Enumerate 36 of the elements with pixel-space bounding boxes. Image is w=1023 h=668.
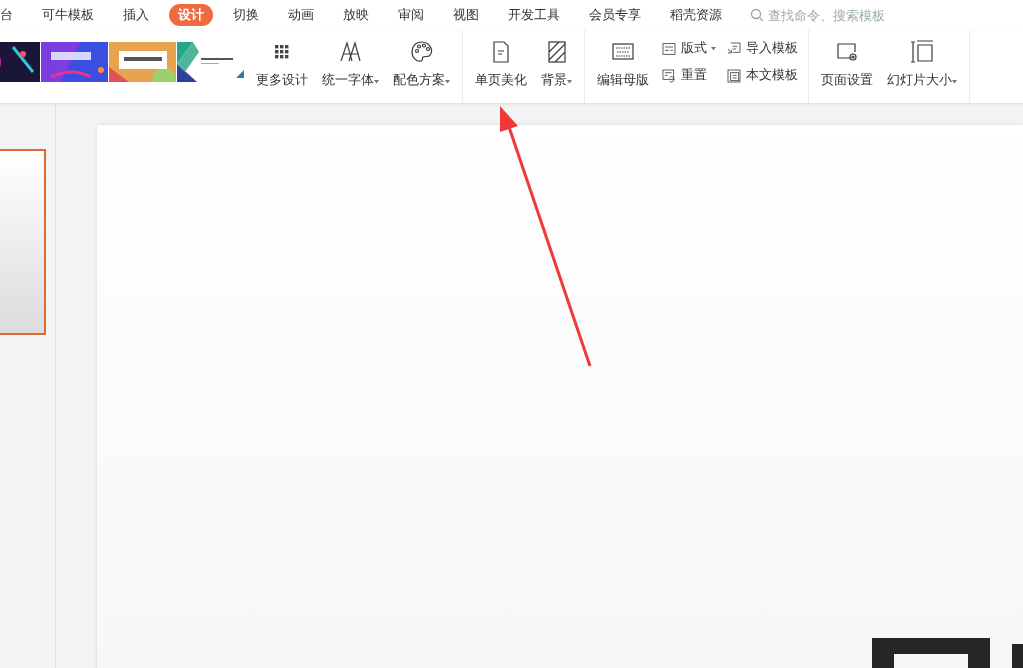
menu-tab[interactable]: 可牛模板 xyxy=(33,4,103,26)
ribbon-button[interactable]: 统一字体 xyxy=(318,36,383,93)
reset-icon xyxy=(661,67,677,84)
menu-tab[interactable]: 审阅 xyxy=(389,4,433,26)
ribbon-button[interactable]: 背景 xyxy=(537,36,576,93)
menu-tab[interactable]: 切换 xyxy=(224,4,268,26)
menu-tab[interactable]: 视图 xyxy=(444,4,488,26)
ribbon-button[interactable]: 重置 xyxy=(659,65,718,86)
menu-tab[interactable]: 动画 xyxy=(279,4,323,26)
expand-icon[interactable] xyxy=(236,70,244,78)
ribbon-button[interactable]: 编辑母版 xyxy=(593,36,653,93)
search-field[interactable]: 查找命令、搜索模板 xyxy=(750,6,910,24)
palette-icon xyxy=(409,40,434,64)
ribbon-button[interactable]: 版式 xyxy=(659,38,718,59)
document-icon xyxy=(726,67,742,84)
menu-tab[interactable]: 开发工具 xyxy=(499,4,569,26)
menu-tab[interactable]: 台 xyxy=(0,4,19,26)
ribbon-button[interactable]: 页面设置 xyxy=(817,36,877,93)
import-icon xyxy=(726,40,742,57)
slide-thumbnail[interactable] xyxy=(0,149,46,335)
ribbon-button[interactable]: 幻灯片大小 xyxy=(883,36,961,93)
menu-tab[interactable]: 稻壳资源 xyxy=(661,4,731,26)
ribbon-button[interactable]: 配色方案 xyxy=(389,36,454,93)
menu-tab[interactable]: 会员专享 xyxy=(580,4,650,26)
menu-tab[interactable]: 放映 xyxy=(334,4,378,26)
grid-icon xyxy=(275,45,289,59)
ribbon-button[interactable]: 更多设计 xyxy=(252,36,312,93)
menu-tab[interactable]: 插入 xyxy=(114,4,158,26)
font-icon xyxy=(337,40,364,64)
slide-size-icon xyxy=(910,40,934,64)
ribbon-button[interactable]: 本文模板 xyxy=(724,65,800,86)
layout-icon xyxy=(661,40,677,57)
search-icon xyxy=(750,8,764,22)
ribbon-button[interactable]: 单页美化 xyxy=(471,36,531,93)
page-gear-icon xyxy=(835,40,859,64)
ribbon-button[interactable]: 导入模板 xyxy=(724,38,800,59)
